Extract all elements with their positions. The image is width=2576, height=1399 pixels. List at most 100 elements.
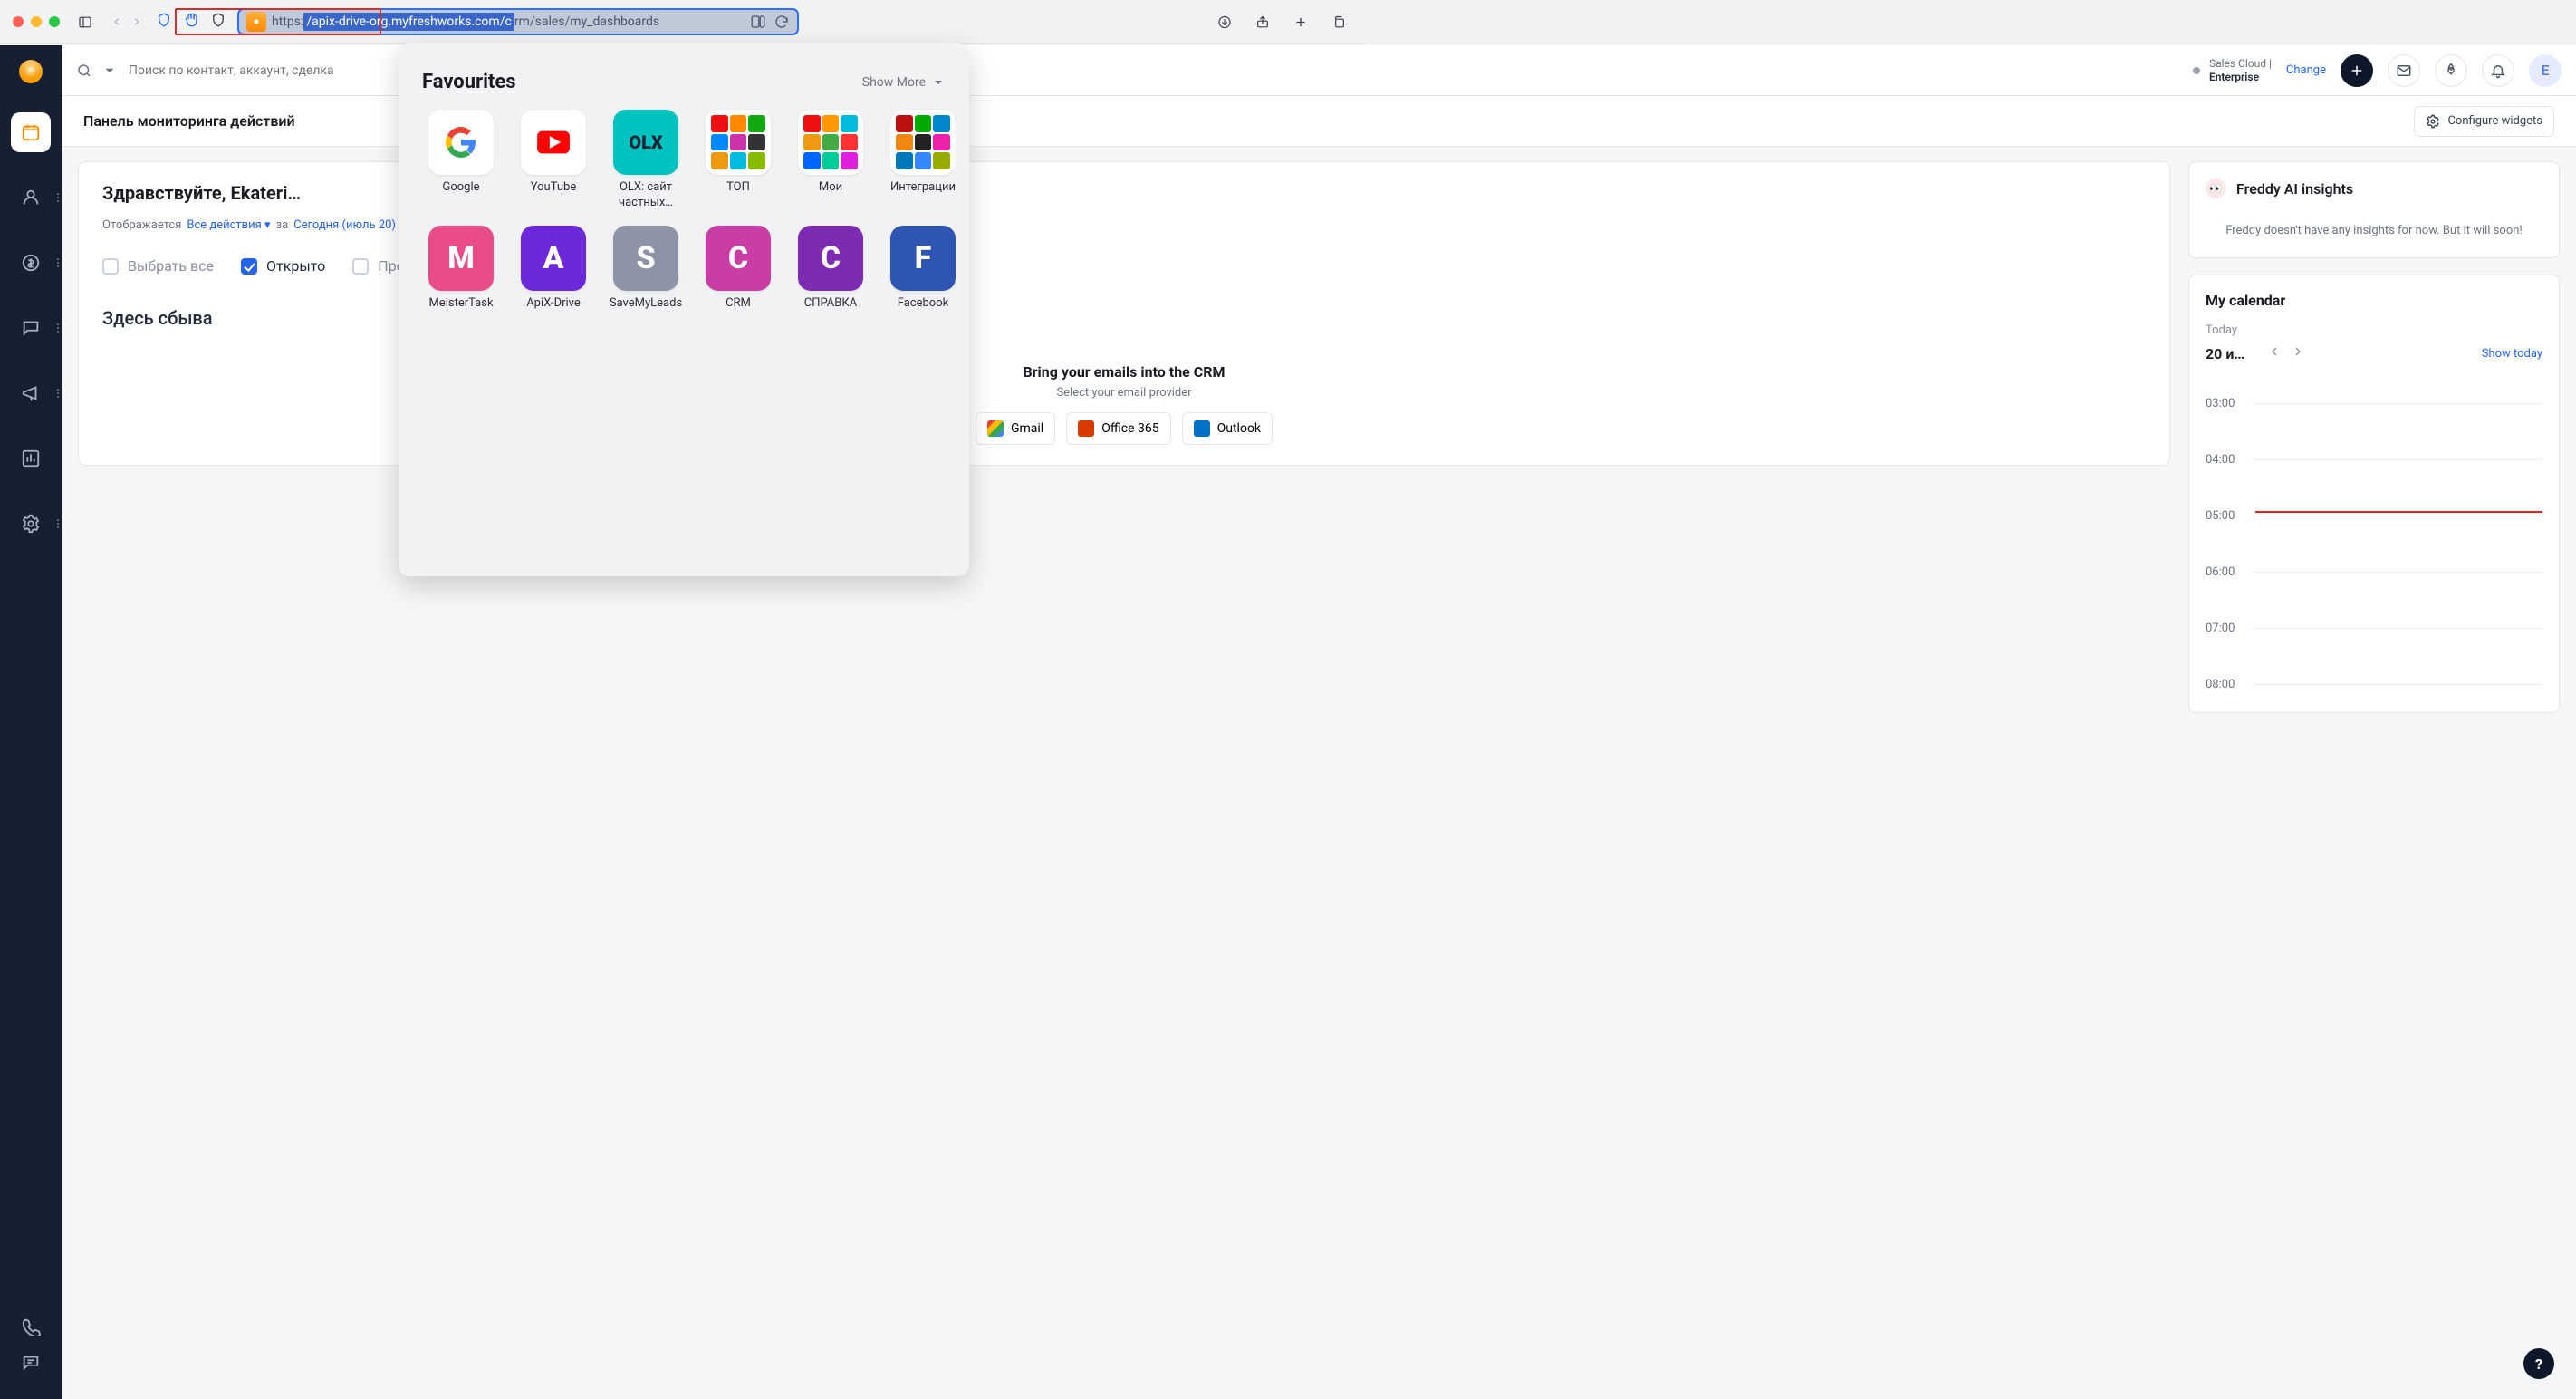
privacy-shield-icon[interactable] xyxy=(210,12,226,32)
favourite-item[interactable]: ТОП xyxy=(699,110,777,211)
left-rail: ⋮ ⋮ ⋮ ⋮ ⋮ xyxy=(0,45,62,1399)
calendar-show-today[interactable]: Show today xyxy=(2482,347,2542,361)
calendar-title: My calendar xyxy=(2206,292,2542,309)
reader-mode-icon[interactable] xyxy=(750,14,766,30)
favourite-item[interactable]: Интеграции xyxy=(884,110,962,211)
address-area: https: /apix-drive-org.myfreshworks.com/… xyxy=(156,8,1199,35)
office365-button[interactable]: Office 365 xyxy=(1066,412,1170,445)
nav-deals-icon[interactable]: ⋮ xyxy=(11,243,51,283)
favourite-item[interactable]: AApiX-Drive xyxy=(514,226,592,312)
close-window-icon[interactable] xyxy=(13,16,24,27)
favourite-item[interactable]: CСПРАВКА xyxy=(792,226,870,312)
navigation-arrows[interactable] xyxy=(111,15,143,28)
window-controls[interactable] xyxy=(13,16,60,27)
search-input[interactable] xyxy=(127,63,417,79)
calendar-timeline: 03:00 04:00 05:00 06:00 07:00 08:00 xyxy=(2206,375,2542,712)
nav-calendar-active[interactable] xyxy=(11,112,51,152)
favourite-item[interactable]: Google xyxy=(422,110,500,211)
greeting-card: Здравствуйте, Ekateri… Отображается Все … xyxy=(78,161,2170,466)
gmail-button[interactable]: Gmail xyxy=(976,412,1055,445)
time-0500: 05:00 xyxy=(2206,509,2253,523)
filter-actions-dropdown[interactable]: Все действия ▾ xyxy=(187,218,270,232)
favourite-item[interactable]: CCRM xyxy=(699,226,777,312)
app-viewport: ⋮ ⋮ ⋮ ⋮ ⋮ Sales Cloud | Enterprise xyxy=(0,45,2576,1399)
chevron-down-icon[interactable] xyxy=(101,63,118,79)
maximize-window-icon[interactable] xyxy=(49,16,60,27)
status-dot-icon xyxy=(2193,67,2200,74)
favourite-label: Интеграции xyxy=(884,180,962,196)
favourite-label: SaveMyLeads xyxy=(607,296,685,312)
nav-reports-icon[interactable] xyxy=(11,439,51,478)
nav-chat-icon[interactable] xyxy=(11,1343,51,1383)
minimize-window-icon[interactable] xyxy=(31,16,42,27)
favourite-label: YouTube xyxy=(514,180,592,196)
filter-date-dropdown[interactable]: Сегодня (июль 20) xyxy=(293,218,396,232)
avatar[interactable]: E xyxy=(2529,54,2562,87)
favourite-item[interactable]: MMeisterTask xyxy=(422,226,500,312)
freddy-card: 👀Freddy AI insights Freddy doesn't have … xyxy=(2188,161,2560,258)
favourite-label: Facebook xyxy=(884,296,962,312)
tab-overview-icon[interactable] xyxy=(1326,9,1351,34)
nav-contacts-icon[interactable]: ⋮ xyxy=(11,178,51,217)
calendar-prev-icon[interactable] xyxy=(2267,344,2282,362)
favourite-item[interactable]: OLXOLX: сайт частных… xyxy=(607,110,685,211)
time-0700: 07:00 xyxy=(2206,622,2253,635)
favourite-item[interactable]: YouTube xyxy=(514,110,592,211)
bell-icon[interactable] xyxy=(2482,54,2514,87)
favourite-item[interactable]: FFacebook xyxy=(884,226,962,312)
favourites-grid: Google YouTube OLXOLX: сайт частных…ТОПМои… xyxy=(418,106,949,315)
favourites-show-more[interactable]: Show More xyxy=(862,75,946,90)
favourite-label: CRM xyxy=(699,296,777,312)
change-plan-link[interactable]: Change xyxy=(2286,63,2326,77)
share-icon[interactable] xyxy=(1250,9,1275,34)
current-time-indicator xyxy=(2255,511,2542,513)
favourite-label: OLX: сайт частных… xyxy=(607,180,685,211)
favourite-item[interactable]: Мои xyxy=(792,110,870,211)
back-icon[interactable] xyxy=(111,15,123,28)
mail-icon[interactable] xyxy=(2388,54,2420,87)
favourite-label: СПРАВКА xyxy=(792,296,870,312)
nav-conversations-icon[interactable]: ⋮ xyxy=(11,308,51,348)
outlook-icon xyxy=(1194,420,1210,437)
chip-open: Открыто xyxy=(266,257,325,275)
for-label: за xyxy=(276,218,289,232)
nav-phone-icon[interactable] xyxy=(11,1307,51,1346)
favourite-item[interactable]: SSaveMyLeads xyxy=(607,226,685,312)
favourite-label: MeisterTask xyxy=(422,296,500,312)
help-fab[interactable]: ? xyxy=(2523,1348,2554,1379)
forward-icon[interactable] xyxy=(130,15,143,28)
url-scheme: https: xyxy=(272,14,303,29)
new-tab-icon[interactable] xyxy=(1288,9,1313,34)
select-all-checkbox[interactable]: Выбрать все xyxy=(102,257,214,275)
url-selection: /apix-drive-org.myfreshworks.com/c xyxy=(303,13,514,31)
nav-settings-icon[interactable]: ⋮ xyxy=(11,504,51,544)
open-checkbox[interactable]: Открыто xyxy=(241,257,325,275)
tracking-shield-icon[interactable] xyxy=(156,12,172,32)
favourite-label: Google xyxy=(422,180,500,196)
global-search[interactable] xyxy=(76,63,417,79)
address-bar[interactable]: https: /apix-drive-org.myfreshworks.com/… xyxy=(237,8,799,35)
block-popups-icon[interactable] xyxy=(183,12,199,32)
url-rest: rm/sales/my_dashboards xyxy=(514,14,665,29)
calendar-next-icon[interactable] xyxy=(2291,344,2305,362)
rocket-icon[interactable] xyxy=(2435,54,2467,87)
plan-line2: Enterprise xyxy=(2209,71,2259,83)
calendar-date: 20 и… xyxy=(2206,345,2258,362)
outlook-button[interactable]: Outlook xyxy=(1182,412,1273,445)
freddy-message: Freddy doesn't have any insights for now… xyxy=(2206,224,2542,237)
product-logo-icon[interactable] xyxy=(19,60,43,83)
url-text: https: /apix-drive-org.myfreshworks.com/… xyxy=(272,13,665,31)
search-icon xyxy=(76,63,92,79)
downloads-icon[interactable] xyxy=(1212,9,1237,34)
time-0600: 06:00 xyxy=(2206,565,2253,579)
configure-widgets-button[interactable]: Configure widgets xyxy=(2414,106,2554,137)
site-favicon-icon xyxy=(246,12,266,32)
plan-text: Sales Cloud | Enterprise xyxy=(2209,57,2272,83)
filters-label: Отображается xyxy=(102,218,181,232)
sidebar-toggle-icon[interactable] xyxy=(72,9,98,34)
time-0800: 08:00 xyxy=(2206,678,2253,691)
nav-campaigns-icon[interactable]: ⋮ xyxy=(11,373,51,413)
configure-text: Configure widgets xyxy=(2447,114,2542,128)
reload-icon[interactable] xyxy=(774,14,790,30)
add-button[interactable] xyxy=(2341,54,2373,87)
